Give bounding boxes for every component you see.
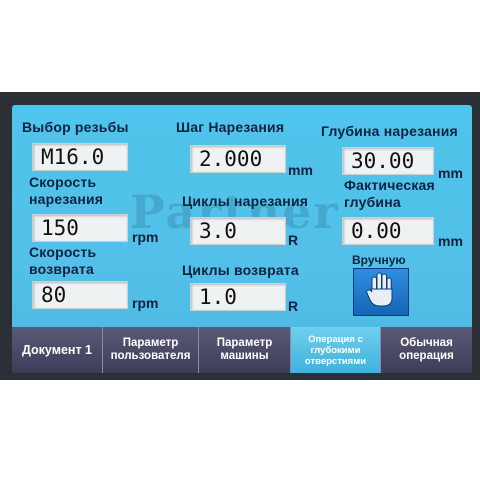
cut-pitch-unit: mm bbox=[288, 162, 313, 178]
tab-document-1[interactable]: Документ 1 bbox=[12, 327, 103, 373]
return-cycles-unit: R bbox=[288, 298, 299, 314]
cut-pitch-label: Шаг Нарезания bbox=[176, 119, 285, 135]
thread-select-field[interactable]: M16.0 bbox=[32, 143, 128, 171]
actual-depth-label-line2: глубина bbox=[344, 194, 401, 210]
tab-deep-hole-operation-line1: Операция с bbox=[308, 333, 363, 345]
cut-depth-unit: mm bbox=[438, 165, 463, 181]
tab-document-1-label: Документ 1 bbox=[21, 342, 93, 357]
cut-speed-unit: rpm bbox=[132, 229, 159, 245]
return-speed-label-line2: возврата bbox=[29, 261, 94, 277]
bottom-tab-bar: Документ 1 Параметр пользователя Параметр… bbox=[12, 327, 472, 373]
manual-label: Вручную bbox=[352, 253, 406, 267]
return-speed-unit: rpm bbox=[132, 295, 159, 311]
tab-user-parameters[interactable]: Параметр пользователя bbox=[103, 327, 199, 373]
tab-normal-operation-line1: Обычная bbox=[400, 337, 453, 349]
tab-normal-operation[interactable]: Обычная операция bbox=[381, 327, 472, 373]
return-speed-label-line1: Скорость bbox=[29, 244, 97, 260]
tab-machine-parameters-line1: Параметр bbox=[216, 337, 273, 349]
cut-depth-label: Глубина нарезания bbox=[321, 123, 458, 139]
tab-user-parameters-line2: пользователя bbox=[110, 350, 191, 362]
cut-speed-label-line2: нарезания bbox=[29, 191, 104, 207]
hmi-screen: Partner Выбор резьбы M16.0 Скорость наре… bbox=[12, 105, 472, 373]
tab-machine-parameters-line2: машины bbox=[220, 350, 269, 362]
actual-depth-label-line1: Фактическая bbox=[344, 177, 435, 193]
tab-deep-hole-operation[interactable]: Операция с глубокими отверстиями bbox=[291, 327, 381, 373]
cut-depth-field[interactable]: 30.00 bbox=[342, 147, 434, 175]
tab-deep-hole-operation-line2: глубокими отверстиями bbox=[304, 344, 367, 367]
cut-speed-field[interactable]: 150 bbox=[32, 214, 128, 242]
hand-stop-icon bbox=[366, 271, 396, 314]
return-speed-field[interactable]: 80 bbox=[32, 281, 128, 309]
manual-button[interactable] bbox=[353, 268, 409, 316]
cut-cycles-unit: R bbox=[288, 232, 299, 248]
actual-depth-unit: mm bbox=[438, 233, 463, 249]
tab-machine-parameters[interactable]: Параметр машины bbox=[199, 327, 291, 373]
cut-pitch-field[interactable]: 2.000 bbox=[190, 145, 286, 173]
actual-depth-field: 0.00 bbox=[342, 217, 434, 245]
return-cycles-field[interactable]: 1.0 bbox=[190, 283, 286, 311]
cut-speed-label-line1: Скорость bbox=[29, 174, 97, 190]
tab-normal-operation-line2: операция bbox=[399, 350, 454, 362]
return-cycles-label: Циклы возврата bbox=[182, 262, 299, 278]
cut-cycles-label: Циклы нарезания bbox=[182, 193, 309, 209]
tab-user-parameters-line1: Параметр bbox=[122, 337, 179, 349]
cut-cycles-field[interactable]: 3.0 bbox=[190, 217, 286, 245]
thread-select-label: Выбор резьбы bbox=[22, 119, 129, 135]
